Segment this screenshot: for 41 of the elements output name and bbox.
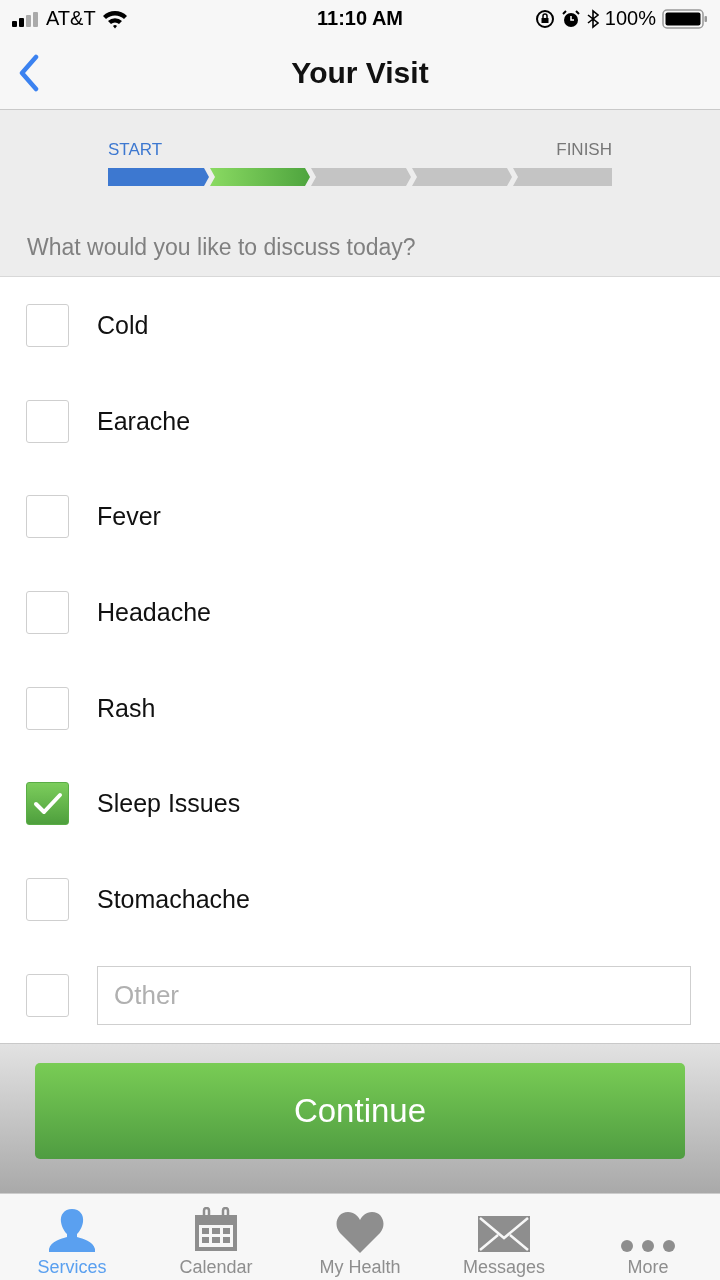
checkbox[interactable]: [26, 399, 69, 443]
checkmark-icon: [32, 791, 63, 816]
screen-title: Your Visit: [291, 56, 429, 91]
bluetooth-icon: [586, 8, 599, 29]
battery-percent: 100%: [604, 7, 656, 31]
question-text: What would you like to discuss today?: [27, 233, 417, 261]
option-label: Sleep Issues: [97, 789, 241, 819]
tab-bar-item[interactable]: Messages: [432, 1194, 576, 1280]
checkbox[interactable]: [26, 303, 69, 347]
tab-bar-item[interactable]: More: [576, 1194, 720, 1280]
option-label: Rash: [97, 693, 156, 723]
signal-icon: [12, 10, 40, 27]
checkbox[interactable]: [26, 495, 69, 539]
calendar-icon: [193, 1207, 239, 1253]
checkbox[interactable]: [26, 782, 69, 826]
battery-icon: [662, 8, 708, 29]
tab-bar-item[interactable]: Calendar: [144, 1194, 288, 1280]
more-icon: [620, 1239, 676, 1253]
wifi-icon: [101, 8, 128, 29]
other-input-field[interactable]: Other: [97, 965, 691, 1025]
checkbox[interactable]: [26, 877, 69, 921]
start-label: START: [108, 139, 163, 160]
finish-label: FINISH: [556, 139, 612, 160]
checkbox[interactable]: [26, 686, 69, 730]
option-label: Cold: [97, 310, 149, 340]
option-label: Headache: [97, 597, 211, 627]
clock-time: 11:10 AM: [317, 7, 403, 31]
checkbox[interactable]: [26, 590, 69, 634]
tab-bar-item[interactable]: Services: [0, 1194, 144, 1280]
envelope-icon: [477, 1215, 531, 1253]
carrier-name: AT&T: [46, 7, 96, 31]
checkbox[interactable]: [26, 973, 69, 1017]
option-label: Earache: [97, 406, 191, 436]
option-label: Fever: [97, 502, 161, 532]
tab-bar-item[interactable]: My Health: [288, 1194, 432, 1280]
option-label: Stomachache: [97, 884, 250, 914]
alarm-icon: [560, 8, 581, 29]
rotation-lock-icon: [534, 8, 555, 29]
heart-icon: [335, 1211, 385, 1253]
person-icon: [46, 1207, 98, 1253]
continue-button[interactable]: Continue: [35, 1063, 685, 1159]
